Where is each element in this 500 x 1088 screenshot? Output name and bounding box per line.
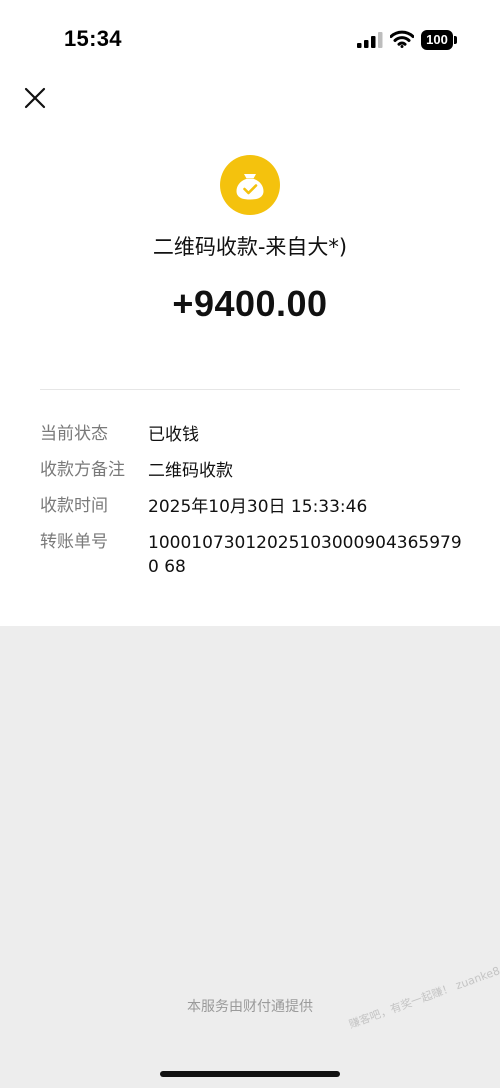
detail-list: 当前状态 已收钱 收款方备注 二维码收款 收款时间 2025年10月30日 15… <box>40 423 470 591</box>
detail-value: 已收钱 <box>148 425 199 445</box>
detail-label: 当前状态 <box>40 424 108 444</box>
close-icon <box>24 87 46 109</box>
wifi-icon <box>390 30 414 48</box>
detail-label: 收款时间 <box>40 496 108 516</box>
money-bag-check-icon <box>220 155 280 215</box>
detail-label: 收款方备注 <box>40 460 125 480</box>
home-indicator[interactable] <box>160 1071 340 1077</box>
status-bar: 15:34 100 <box>0 0 500 82</box>
status-time: 15:34 <box>64 26 122 51</box>
payment-amount: +9400.00 <box>172 283 328 324</box>
detail-value: 二维码收款 <box>148 461 233 481</box>
close-button[interactable] <box>20 82 50 112</box>
transaction-detail-screen: 15:34 100 二维码收款-来自大*) +9400.00 当前状态 已收钱 … <box>0 0 500 1088</box>
payment-title: 二维码收款-来自大*) <box>152 235 348 259</box>
battery-tip <box>454 36 457 44</box>
watermark: 赚客吧，有奖一起赚！ zuanke8.com <box>347 954 500 1032</box>
transaction-card: 15:34 100 二维码收款-来自大*) +9400.00 当前状态 已收钱 … <box>0 0 500 626</box>
divider <box>40 389 460 390</box>
detail-value: 2025年10月30日 15:33:46 <box>148 497 368 517</box>
detail-row-transfer-id: 转账单号 100010730120251030009043659790 68 <box>40 531 470 579</box>
battery-indicator: 100 <box>421 30 453 50</box>
transfer-id-value[interactable]: 100010730120251030009043659790 68 <box>148 531 470 579</box>
detail-row-payee-note: 收款方备注 二维码收款 <box>40 459 470 483</box>
cellular-signal-icon <box>357 32 383 48</box>
detail-label: 转账单号 <box>40 532 108 552</box>
detail-row-time: 收款时间 2025年10月30日 15:33:46 <box>40 495 470 519</box>
detail-row-status: 当前状态 已收钱 <box>40 423 470 447</box>
